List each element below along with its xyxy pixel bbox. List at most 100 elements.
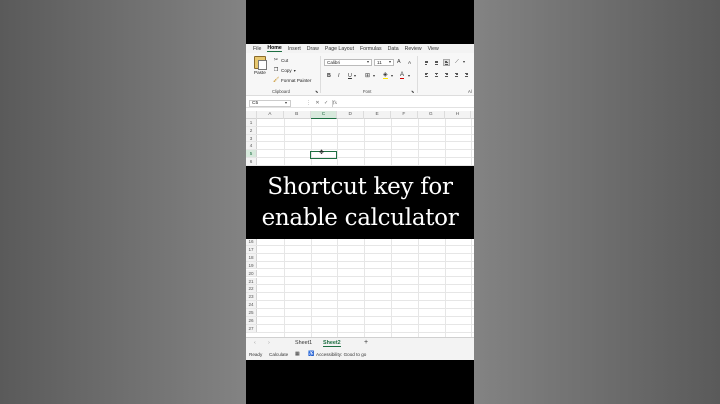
fill-color-icon[interactable]: ◈	[383, 72, 388, 79]
increase-indent-button[interactable]	[463, 71, 470, 78]
row-header[interactable]: 23	[246, 293, 257, 301]
tab-insert[interactable]: Insert	[288, 46, 301, 52]
italic-button[interactable]: I	[338, 73, 340, 79]
tab-view[interactable]: View	[428, 46, 439, 52]
decrease-indent-button[interactable]	[453, 71, 460, 78]
chevron-down-icon[interactable]: ▾	[367, 59, 369, 64]
row-header[interactable]: 6	[246, 158, 257, 165]
row-header[interactable]: 27	[246, 324, 257, 332]
table-row[interactable]: 21	[246, 277, 474, 286]
middle-align-button[interactable]	[433, 59, 440, 66]
shrink-font-button[interactable]: A	[408, 60, 411, 65]
underline-button[interactable]: U	[348, 73, 352, 79]
column-header[interactable]: E	[364, 111, 391, 119]
tab-review[interactable]: Review	[405, 46, 422, 52]
row-header[interactable]: 17	[246, 245, 257, 253]
bold-button[interactable]: B	[327, 73, 331, 79]
table-row[interactable]: 27	[246, 324, 474, 333]
top-align-button[interactable]	[423, 59, 430, 66]
column-header[interactable]: A	[257, 111, 284, 119]
grow-font-button[interactable]: A	[397, 59, 401, 65]
dialog-launcher-icon[interactable]: ⬊	[315, 89, 318, 94]
prev-sheet-icon[interactable]: ‹	[254, 340, 256, 346]
table-row[interactable]: 3	[246, 134, 474, 143]
tab-draw[interactable]: Draw	[307, 46, 319, 52]
borders-icon[interactable]: ⊞	[365, 72, 370, 79]
formula-input[interactable]	[332, 100, 472, 107]
align-center-button[interactable]	[433, 71, 440, 78]
table-row[interactable]: 16	[246, 238, 474, 246]
paintbrush-icon: 🖌	[273, 77, 280, 83]
row-header[interactable]: 20	[246, 269, 257, 277]
chevron-down-icon[interactable]: ▾	[285, 100, 287, 105]
table-row[interactable]: 1	[246, 119, 474, 127]
row-header[interactable]: 4	[246, 142, 257, 150]
table-row[interactable]: 6	[246, 158, 474, 166]
next-sheet-icon[interactable]: ›	[268, 340, 270, 346]
sheet-tab-sheet2[interactable]: Sheet2	[323, 340, 341, 347]
dialog-launcher-icon[interactable]: ⬊	[411, 89, 414, 94]
chevron-down-icon[interactable]: ▾	[408, 73, 410, 78]
cancel-icon[interactable]: ✕	[315, 100, 319, 106]
table-row[interactable]: 17	[246, 245, 474, 254]
add-sheet-button[interactable]: +	[364, 339, 368, 346]
column-header[interactable]: F	[391, 111, 418, 119]
row-header[interactable]: 18	[246, 253, 257, 261]
row-header[interactable]: 22	[246, 285, 257, 293]
tab-home[interactable]: Home	[267, 45, 282, 52]
cut-button[interactable]: ✂ Cut	[273, 57, 288, 63]
row-header[interactable]: 1	[246, 119, 257, 126]
row-header[interactable]: 19	[246, 261, 257, 269]
tab-data[interactable]: Data	[388, 46, 399, 52]
column-header[interactable]: B	[284, 111, 311, 119]
more-icon[interactable]: ⋮	[306, 100, 311, 106]
format-painter-button[interactable]: 🖌 Format Painter	[273, 77, 311, 83]
orientation-icon[interactable]: ⟋	[455, 59, 459, 66]
tab-file[interactable]: File	[253, 46, 261, 52]
table-row[interactable]: 19	[246, 261, 474, 270]
row-header[interactable]: 5	[246, 150, 257, 157]
table-row[interactable]: 23	[246, 293, 474, 302]
row-header[interactable]: 2	[246, 126, 257, 134]
align-right-button[interactable]	[443, 71, 450, 78]
tab-page-layout[interactable]: Page Layout	[325, 46, 354, 52]
row-header[interactable]: 26	[246, 317, 257, 324]
paste-button[interactable]: Paste	[254, 56, 268, 80]
table-row[interactable]: 18	[246, 253, 474, 262]
copy-button[interactable]: ❐ Copy ▾	[273, 67, 296, 73]
table-row[interactable]: 26	[246, 317, 474, 325]
chevron-down-icon[interactable]: ▾	[373, 73, 375, 78]
column-header[interactable]: H	[445, 111, 472, 119]
row-header[interactable]: 16	[246, 238, 257, 245]
sheet-tab-sheet1[interactable]: Sheet1	[295, 340, 312, 346]
align-left-button[interactable]	[423, 71, 430, 78]
chevron-down-icon[interactable]: ▾	[354, 73, 356, 78]
select-all-corner[interactable]	[246, 111, 257, 119]
row-header[interactable]: 25	[246, 309, 257, 316]
chevron-down-icon[interactable]: ▾	[294, 68, 296, 73]
enter-icon[interactable]: ✓	[324, 100, 328, 106]
table-row[interactable]: 25	[246, 309, 474, 317]
table-row[interactable]: 2	[246, 126, 474, 135]
column-header[interactable]: G	[418, 111, 445, 119]
table-row[interactable]: 5	[246, 150, 474, 158]
row-header[interactable]: 24	[246, 301, 257, 308]
table-row[interactable]: 22	[246, 285, 474, 294]
table-row[interactable]: 24	[246, 301, 474, 309]
chevron-down-icon[interactable]: ▾	[391, 73, 393, 78]
chevron-down-icon[interactable]: ▾	[389, 59, 391, 64]
chevron-down-icon[interactable]: ▾	[463, 59, 465, 64]
column-header[interactable]: C	[310, 111, 338, 119]
table-row[interactable]: 20	[246, 269, 474, 278]
status-accessibility[interactable]: Accessibility: Good to go	[316, 352, 366, 357]
bottom-align-button[interactable]	[443, 59, 450, 66]
status-calculate[interactable]: Calculate	[269, 352, 288, 357]
macro-record-icon[interactable]: ▦	[295, 351, 300, 357]
row-header[interactable]: 21	[246, 277, 257, 285]
tab-formulas[interactable]: Formulas	[360, 46, 382, 52]
font-color-icon[interactable]: A	[400, 72, 405, 79]
font-name-select[interactable]: Calibri	[324, 59, 372, 66]
table-row[interactable]: 4	[246, 142, 474, 151]
column-header[interactable]: D	[337, 111, 365, 119]
row-header[interactable]: 3	[246, 134, 257, 142]
